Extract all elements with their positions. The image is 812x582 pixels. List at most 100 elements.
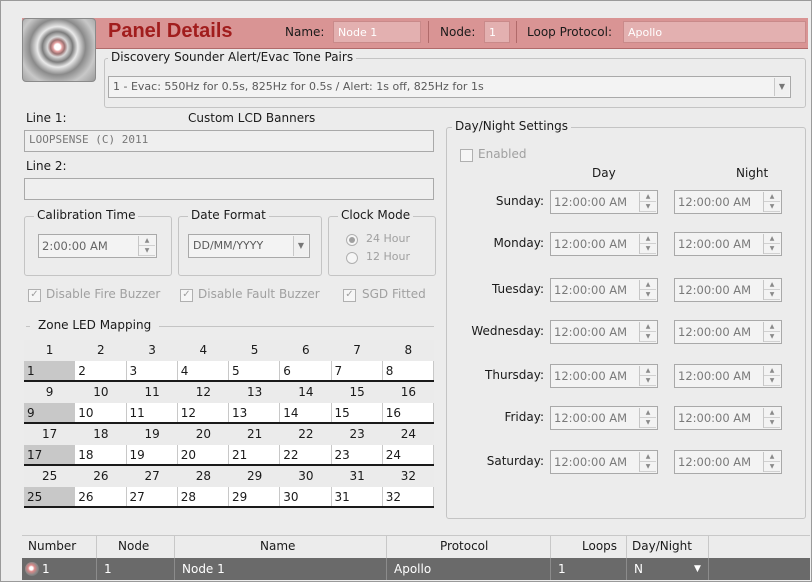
spin-up-icon[interactable]: ▲ bbox=[764, 192, 780, 202]
day-time-input[interactable]: 12:00:00 AM ▲ ▼ bbox=[550, 450, 658, 474]
col-day-night[interactable]: Day/Night bbox=[632, 539, 692, 553]
zone-cell[interactable]: 12 bbox=[178, 403, 229, 422]
spin-up-icon[interactable]: ▲ bbox=[640, 452, 656, 462]
spin-buttons[interactable]: ▲ ▼ bbox=[138, 236, 155, 256]
spin-up-icon[interactable]: ▲ bbox=[764, 408, 780, 418]
col-protocol[interactable]: Protocol bbox=[440, 539, 488, 553]
zone-cell[interactable]: 30 bbox=[280, 487, 332, 506]
spin-down-icon[interactable]: ▼ bbox=[139, 246, 155, 256]
line2-input[interactable] bbox=[24, 178, 434, 200]
zone-cell[interactable]: 10 bbox=[75, 403, 127, 422]
spin-up-icon[interactable]: ▲ bbox=[764, 452, 780, 462]
spin-down-icon[interactable]: ▼ bbox=[640, 332, 656, 342]
spin-up-icon[interactable]: ▲ bbox=[640, 366, 656, 376]
disable-fire-buzzer-checkbox[interactable]: ✓ bbox=[28, 289, 41, 302]
zone-cell[interactable]: 22 bbox=[280, 445, 332, 464]
day-time-input[interactable]: 12:00:00 AM ▲ ▼ bbox=[550, 320, 658, 344]
col-name[interactable]: Name bbox=[260, 539, 295, 553]
spin-down-icon[interactable]: ▼ bbox=[640, 376, 656, 386]
zone-cell[interactable]: 32 bbox=[383, 487, 434, 506]
day-time-input[interactable]: 12:00:00 AM ▲ ▼ bbox=[550, 232, 658, 256]
spin-up-icon[interactable]: ▲ bbox=[640, 322, 656, 332]
spin-buttons[interactable]: ▲ ▼ bbox=[763, 366, 780, 386]
zone-cell[interactable]: 2 bbox=[75, 361, 127, 380]
calibration-time-input[interactable]: 2:00:00 AM ▲ ▼ bbox=[38, 234, 157, 258]
date-format-select[interactable]: DD/MM/YYYY ▼ bbox=[188, 234, 310, 258]
spin-down-icon[interactable]: ▼ bbox=[764, 462, 780, 472]
zone-cell[interactable]: 16 bbox=[383, 403, 434, 422]
spin-buttons[interactable]: ▲ ▼ bbox=[763, 192, 780, 212]
day-time-input[interactable]: 12:00:00 AM ▲ ▼ bbox=[550, 364, 658, 388]
spin-buttons[interactable]: ▲ ▼ bbox=[763, 408, 780, 428]
spin-down-icon[interactable]: ▼ bbox=[640, 290, 656, 300]
table-row[interactable]: 1 1 Node 1 Apollo 1 N ▼ bbox=[22, 558, 810, 580]
zone-cell[interactable]: 24 bbox=[383, 445, 434, 464]
zone-cell[interactable]: 29 bbox=[229, 487, 281, 506]
zone-cell[interactable]: 7 bbox=[332, 361, 383, 380]
night-time-input[interactable]: 12:00:00 AM ▲ ▼ bbox=[674, 364, 782, 388]
zone-cell[interactable]: 8 bbox=[383, 361, 434, 380]
name-field[interactable]: Node 1 bbox=[333, 21, 421, 43]
spin-buttons[interactable]: ▲ ▼ bbox=[763, 280, 780, 300]
spin-down-icon[interactable]: ▼ bbox=[764, 290, 780, 300]
night-time-input[interactable]: 12:00:00 AM ▲ ▼ bbox=[674, 450, 782, 474]
day-time-input[interactable]: 12:00:00 AM ▲ ▼ bbox=[550, 190, 658, 214]
col-number[interactable]: Number bbox=[28, 539, 76, 553]
spin-buttons[interactable]: ▲ ▼ bbox=[639, 192, 656, 212]
col-node[interactable]: Node bbox=[118, 539, 149, 553]
spin-up-icon[interactable]: ▲ bbox=[764, 366, 780, 376]
day-time-input[interactable]: 12:00:00 AM ▲ ▼ bbox=[550, 278, 658, 302]
spin-buttons[interactable]: ▲ ▼ bbox=[763, 452, 780, 472]
spin-buttons[interactable]: ▲ ▼ bbox=[763, 234, 780, 254]
node-field[interactable]: 1 bbox=[484, 21, 510, 43]
spin-up-icon[interactable]: ▲ bbox=[764, 280, 780, 290]
chevron-down-icon[interactable]: ▼ bbox=[774, 78, 789, 96]
radio-24-hour[interactable] bbox=[346, 234, 358, 246]
night-time-input[interactable]: 12:00:00 AM ▲ ▼ bbox=[674, 278, 782, 302]
spin-down-icon[interactable]: ▼ bbox=[764, 418, 780, 428]
zone-cell[interactable]: 6 bbox=[280, 361, 332, 380]
zone-cell[interactable]: 14 bbox=[280, 403, 332, 422]
spin-up-icon[interactable]: ▲ bbox=[139, 236, 155, 246]
spin-down-icon[interactable]: ▼ bbox=[640, 202, 656, 212]
night-time-input[interactable]: 12:00:00 AM ▲ ▼ bbox=[674, 406, 782, 430]
spin-down-icon[interactable]: ▼ bbox=[640, 462, 656, 472]
zone-cell[interactable]: 17 bbox=[24, 445, 76, 464]
spin-down-icon[interactable]: ▼ bbox=[640, 244, 656, 254]
night-time-input[interactable]: 12:00:00 AM ▲ ▼ bbox=[674, 190, 782, 214]
spin-down-icon[interactable]: ▼ bbox=[640, 418, 656, 428]
spin-up-icon[interactable]: ▲ bbox=[764, 234, 780, 244]
zone-cell[interactable]: 5 bbox=[229, 361, 281, 380]
zone-cell[interactable]: 25 bbox=[24, 487, 76, 506]
zone-cell[interactable]: 11 bbox=[127, 403, 178, 422]
spin-buttons[interactable]: ▲ ▼ bbox=[639, 322, 656, 342]
zone-cell[interactable]: 15 bbox=[332, 403, 383, 422]
chevron-down-icon[interactable]: ▼ bbox=[694, 564, 701, 574]
spin-buttons[interactable]: ▲ ▼ bbox=[639, 408, 656, 428]
spin-up-icon[interactable]: ▲ bbox=[640, 280, 656, 290]
spin-buttons[interactable]: ▲ ▼ bbox=[639, 234, 656, 254]
zone-cell[interactable]: 13 bbox=[229, 403, 281, 422]
zone-cell[interactable]: 21 bbox=[229, 445, 281, 464]
spin-up-icon[interactable]: ▲ bbox=[640, 192, 656, 202]
day-time-input[interactable]: 12:00:00 AM ▲ ▼ bbox=[550, 406, 658, 430]
zone-cell[interactable]: 18 bbox=[75, 445, 127, 464]
zone-cell[interactable]: 27 bbox=[127, 487, 178, 506]
zone-cell[interactable]: 31 bbox=[332, 487, 383, 506]
spin-down-icon[interactable]: ▼ bbox=[764, 376, 780, 386]
zone-cell[interactable]: 23 bbox=[332, 445, 383, 464]
day-night-enabled-checkbox[interactable] bbox=[460, 149, 473, 162]
spin-buttons[interactable]: ▲ ▼ bbox=[639, 280, 656, 300]
spin-buttons[interactable]: ▲ ▼ bbox=[639, 366, 656, 386]
spin-up-icon[interactable]: ▲ bbox=[764, 322, 780, 332]
spin-buttons[interactable]: ▲ ▼ bbox=[639, 452, 656, 472]
spin-up-icon[interactable]: ▲ bbox=[640, 408, 656, 418]
spin-down-icon[interactable]: ▼ bbox=[764, 332, 780, 342]
zone-cell[interactable]: 3 bbox=[127, 361, 178, 380]
zone-cell[interactable]: 26 bbox=[75, 487, 127, 506]
tone-pairs-select[interactable]: 1 - Evac: 550Hz for 0.5s, 825Hz for 0.5s… bbox=[108, 76, 791, 98]
spin-down-icon[interactable]: ▼ bbox=[764, 202, 780, 212]
spin-down-icon[interactable]: ▼ bbox=[764, 244, 780, 254]
zone-cell[interactable]: 4 bbox=[178, 361, 229, 380]
spin-up-icon[interactable]: ▲ bbox=[640, 234, 656, 244]
